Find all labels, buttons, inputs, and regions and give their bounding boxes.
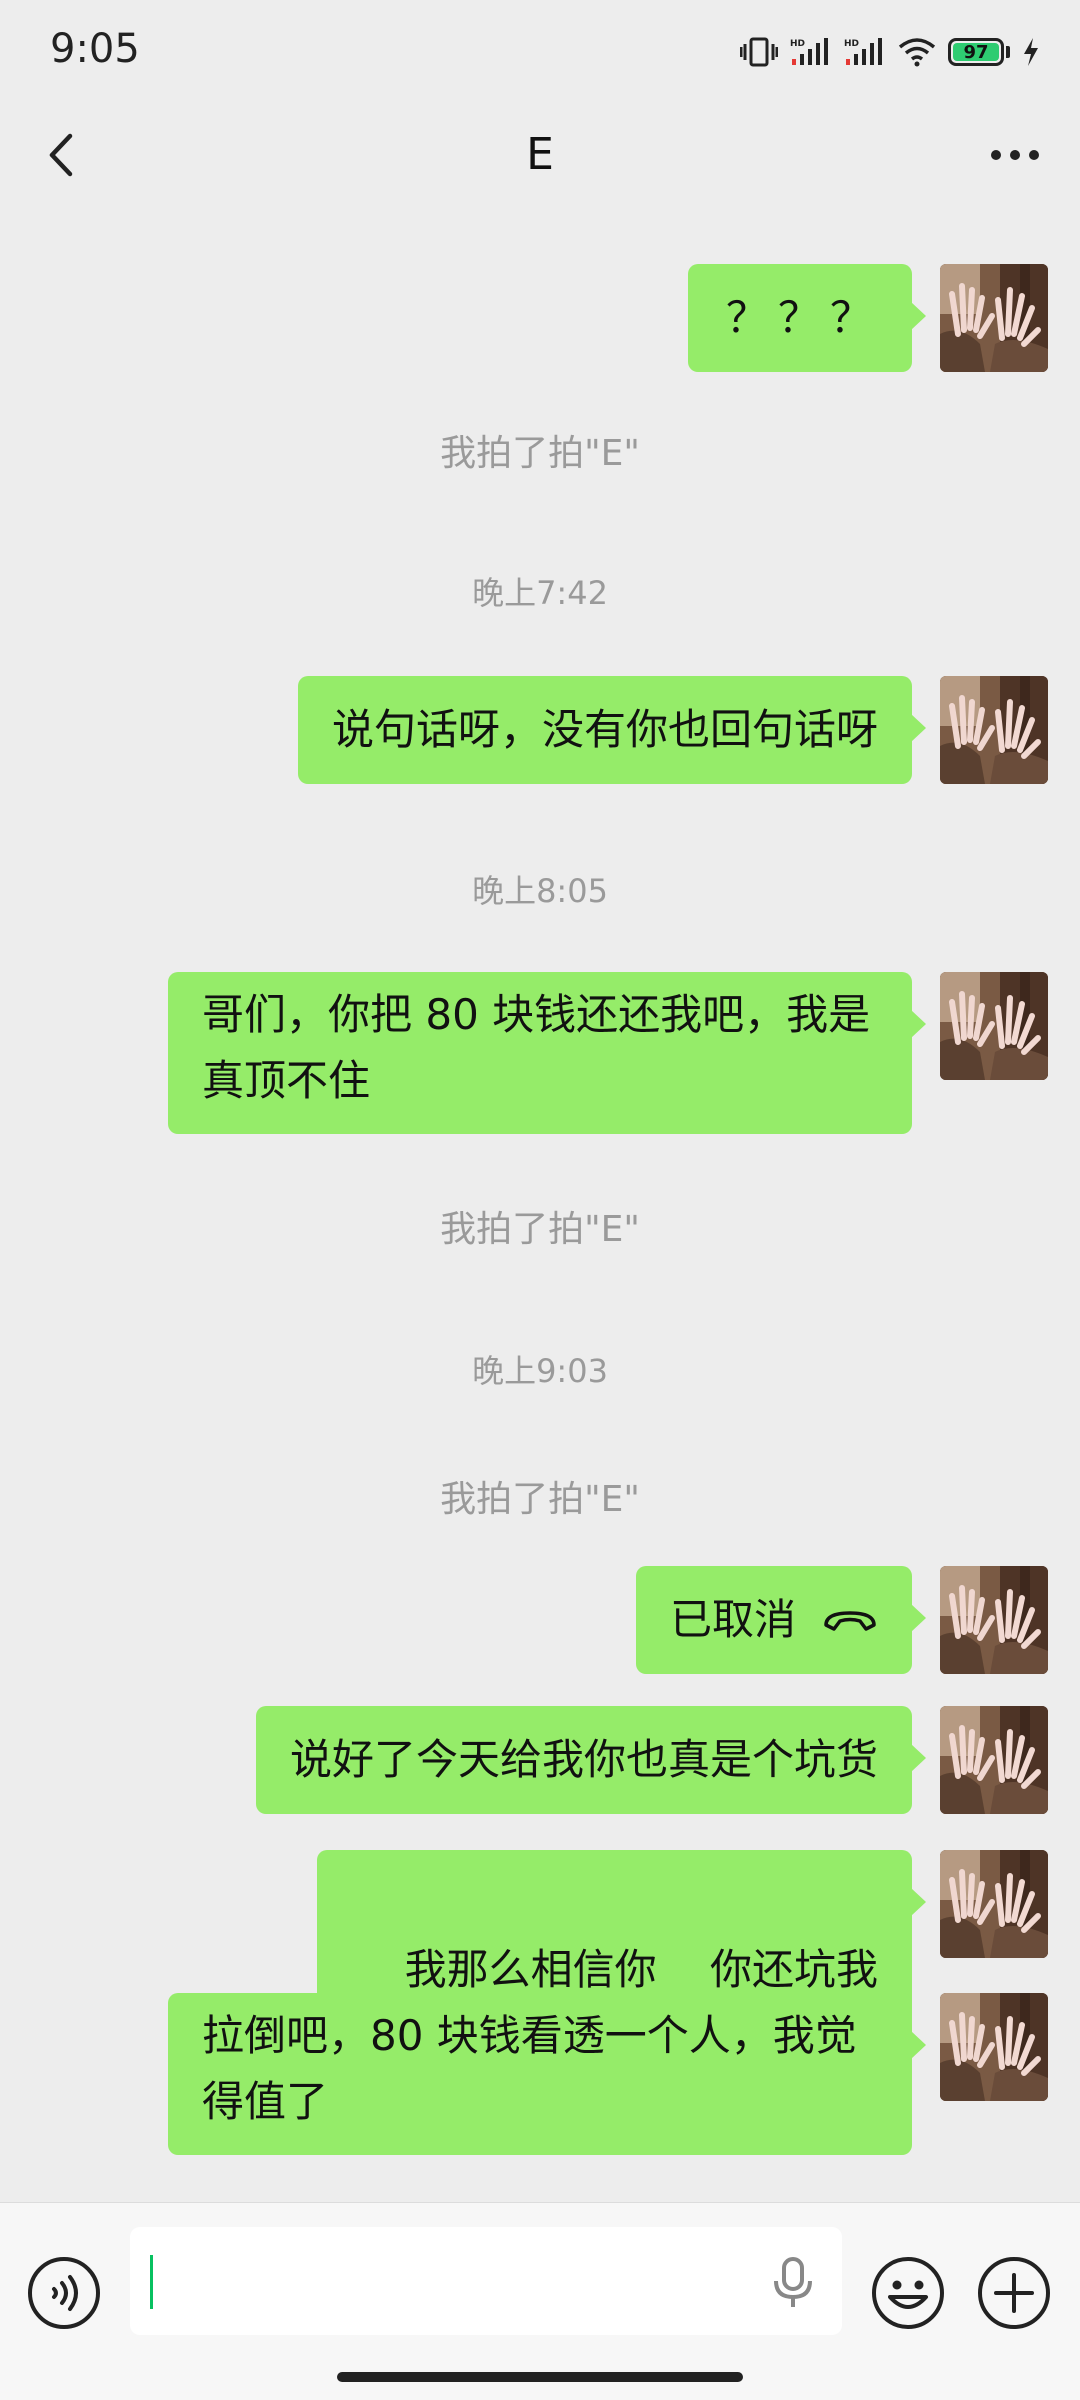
message-text: 我那么相信你 你还坑我 [404, 1945, 878, 1994]
svg-text:HD: HD [844, 39, 859, 49]
timestamp: 晚上8:05 [472, 872, 608, 910]
message-bubble[interactable]: 说好了今天给我你也真是个坑货 [255, 1706, 927, 1814]
user-avatar[interactable] [940, 264, 1048, 372]
pat-notice: 我拍了拍"E" [440, 433, 640, 474]
pat-notice: 我拍了拍"E" [440, 1479, 640, 1520]
text-cursor [150, 2255, 153, 2309]
message-row: ？？？ [687, 264, 1048, 372]
plus-icon[interactable] [976, 2255, 1052, 2331]
user-avatar[interactable] [940, 972, 1048, 1080]
message-bubble[interactable]: 说句话呀，没有你也回句话呀 [297, 676, 927, 784]
message-input[interactable] [130, 2227, 842, 2335]
timestamp: 晚上7:42 [472, 574, 608, 612]
user-avatar[interactable] [940, 1850, 1048, 1958]
wifi-icon [898, 38, 936, 67]
battery-level: 97 [963, 41, 989, 63]
charging-icon [1024, 38, 1038, 66]
message-row: 已取消 [635, 1566, 1048, 1674]
message-text: 说句话呀，没有你也回句话呀 [331, 705, 878, 754]
message-text: 拉倒吧，80 块钱看透一个人，我觉得值了 [202, 2011, 857, 2126]
input-bar [0, 2202, 1080, 2400]
message-row: 说句话呀，没有你也回句话呀 [297, 676, 1048, 784]
message-row: 拉倒吧，80 块钱看透一个人，我觉得值了 [168, 1993, 1048, 2155]
vibrate-icon [740, 37, 778, 67]
user-avatar[interactable] [940, 1706, 1048, 1814]
signal-hd-icon: HD [844, 38, 882, 65]
voice-icon[interactable] [26, 2255, 102, 2331]
message-bubble[interactable]: ？？？ [687, 264, 927, 372]
message-text: ？？？ [725, 293, 882, 342]
user-avatar[interactable] [940, 1993, 1048, 2101]
home-indicator[interactable] [337, 2372, 743, 2382]
status-time: 9:05 [50, 26, 140, 72]
status-bar: 9:05 HD HD 97 [0, 0, 1080, 100]
mic-icon[interactable] [768, 2255, 818, 2309]
message-text: 哥们，你把 80 块钱还还我吧，我是真顶不住 [202, 990, 871, 1105]
message-row: 哥们，你把 80 块钱还还我吧，我是真顶不住 [168, 972, 1048, 1134]
user-avatar[interactable] [940, 676, 1048, 784]
message-text: 说好了今天给我你也真是个坑货 [289, 1735, 878, 1784]
emoji-icon[interactable] [870, 2255, 946, 2331]
message-bubble[interactable]: 哥们，你把 80 块钱还还我吧，我是真顶不住 [168, 972, 926, 1134]
status-icons: HD HD 97 [740, 30, 1040, 74]
message-bubble[interactable]: 拉倒吧，80 块钱看透一个人，我觉得值了 [168, 1993, 926, 2155]
user-avatar[interactable] [940, 1566, 1048, 1674]
chat-header: E [0, 100, 1080, 210]
more-options-button[interactable] [980, 120, 1050, 190]
timestamp: 晚上9:03 [472, 1352, 608, 1390]
message-row: 说好了今天给我你也真是个坑货 [255, 1706, 1048, 1814]
hang-up-icon [824, 1611, 876, 1631]
chat-title: E [526, 129, 554, 180]
call-record-bubble[interactable]: 已取消 [635, 1566, 927, 1674]
call-status-text: 已取消 [669, 1595, 796, 1644]
pat-notice: 我拍了拍"E" [440, 1209, 640, 1250]
signal-hd-icon: HD [790, 38, 828, 65]
battery-icon: 97 [948, 38, 1004, 66]
svg-text:HD: HD [790, 39, 805, 49]
